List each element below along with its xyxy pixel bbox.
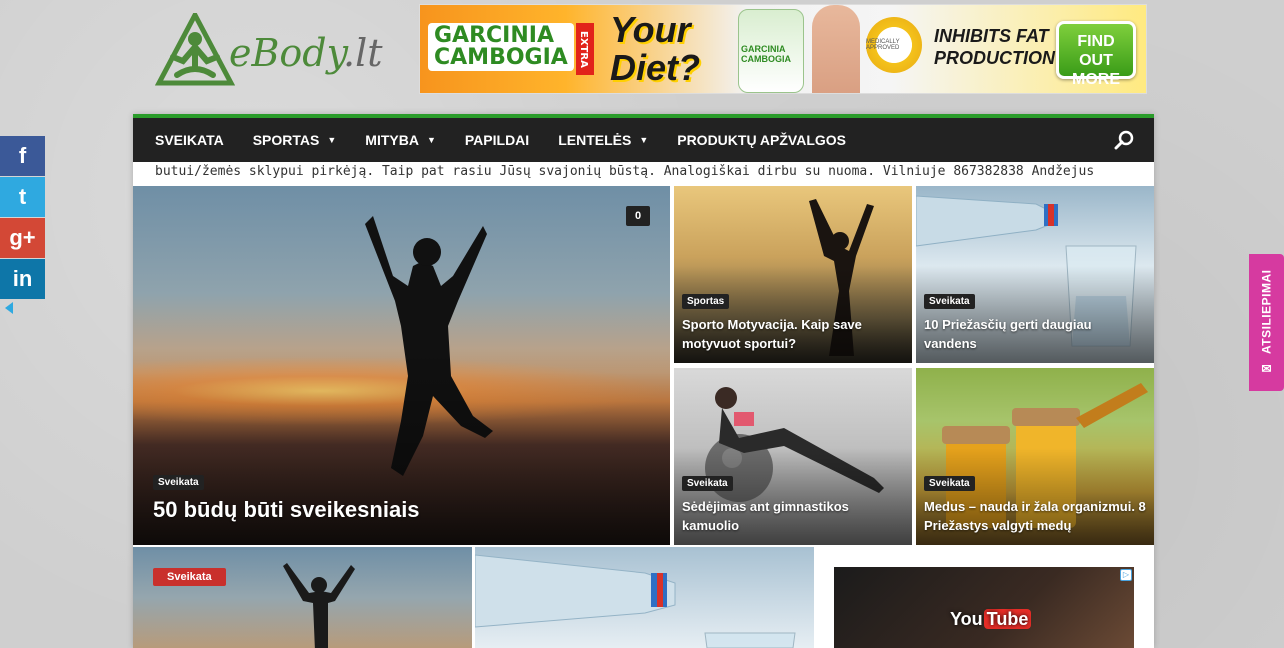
- featured-post-large[interactable]: 0 Sveikata 50 būdų būti sveikesniais: [133, 186, 670, 545]
- site-logo[interactable]: eBody.lt: [155, 10, 385, 90]
- nav-item-label: SVEIKATA: [155, 132, 224, 148]
- supplement-bottle-image: GARCINIA CAMBOGIA: [738, 9, 804, 93]
- googleplus-icon: g+: [9, 225, 36, 250]
- facebook-share-button[interactable]: f: [0, 136, 45, 176]
- category-badge[interactable]: Sveikata: [924, 294, 975, 309]
- nav-item-produktų-apžvalgos[interactable]: PRODUKTŲ APŽVALGOS: [677, 132, 846, 148]
- nav-item-papildai[interactable]: PAPILDAI: [465, 132, 529, 148]
- approved-seal-icon: MEDICALLY APPROVED: [866, 17, 922, 73]
- post-card-water[interactable]: [475, 547, 814, 648]
- post-title[interactable]: Sporto Motyvacija. Kaip save motyvuot sp…: [682, 315, 904, 353]
- category-badge[interactable]: Sveikata: [924, 476, 975, 491]
- post-title[interactable]: 10 Priežasčių gerti daugiau vandens: [924, 315, 1146, 353]
- ad-claim: INHIBITS FAT PRODUCTION: [934, 26, 1055, 68]
- post-title[interactable]: 50 būdų būti sveikesniais: [153, 497, 653, 523]
- model-image: [812, 5, 860, 93]
- water-bottle-image: [475, 554, 796, 648]
- social-share-bar: f t g+ in: [0, 136, 45, 300]
- jumping-woman-silhouette: [283, 563, 355, 648]
- nav-item-sveikata[interactable]: SVEIKATA: [155, 132, 224, 148]
- meditation-figure-icon: [155, 12, 235, 85]
- post-title[interactable]: Sėdėjimas ant gimnastikos kamuolio: [682, 497, 904, 535]
- ad-brand: GARCINIA CAMBOGIA EXTRA: [428, 23, 594, 75]
- googleplus-share-button[interactable]: g+: [0, 218, 45, 258]
- envelope-icon: ✉: [1259, 360, 1274, 375]
- feedback-tab[interactable]: ✉ ATSILIEPIMAI: [1249, 254, 1284, 391]
- logo-text: eBody.lt: [229, 31, 383, 75]
- feedback-label: ATSILIEPIMAI: [1259, 270, 1274, 355]
- category-badge[interactable]: Sportas: [682, 294, 730, 309]
- comment-count-badge[interactable]: 0: [626, 206, 650, 226]
- linkedin-share-button[interactable]: in: [0, 259, 45, 299]
- collapse-share-arrow-icon[interactable]: [5, 302, 13, 314]
- nav-item-lentelės[interactable]: LENTELĖS ▼: [558, 132, 648, 148]
- nav-item-label: PRODUKTŲ APŽVALGOS: [677, 132, 847, 148]
- twitter-icon: t: [18, 184, 27, 209]
- ad-headline: Your Diet?: [610, 9, 700, 88]
- category-badge[interactable]: Sveikata: [682, 476, 733, 491]
- chevron-down-icon: ▼: [639, 135, 649, 145]
- youtube-video-ad[interactable]: ▷ You Tube: [834, 567, 1134, 648]
- category-badge[interactable]: Sveikata: [153, 475, 204, 490]
- youtube-logo: You Tube: [950, 609, 1032, 630]
- featured-post-water[interactable]: Sveikata 10 Priežasčių gerti daugiau van…: [916, 186, 1154, 363]
- post-card-jump[interactable]: Sveikata: [133, 547, 472, 648]
- twitter-share-button[interactable]: t: [0, 177, 45, 217]
- post-title[interactable]: Medus – nauda ir žala organizmui. 8 Prie…: [924, 497, 1146, 535]
- linkedin-icon: in: [12, 266, 33, 291]
- top-banner-ad[interactable]: GARCINIA CAMBOGIA EXTRA Your Diet? GARCI…: [419, 4, 1147, 94]
- nav-item-label: LENTELĖS: [558, 132, 632, 148]
- featured-post-honey[interactable]: Sveikata Medus – nauda ir žala organizmu…: [916, 368, 1154, 545]
- search-icon[interactable]: [1114, 130, 1134, 150]
- find-out-more-button[interactable]: FIND OUT MORE: [1056, 21, 1136, 88]
- nav-item-label: PAPILDAI: [464, 132, 530, 148]
- chevron-down-icon: ▼: [327, 135, 337, 145]
- main-navigation: SVEIKATA SPORTAS ▼ MITYBA ▼ PAPILDAI LENTELĖS ▼…: [133, 114, 1154, 162]
- nav-item-mityba[interactable]: MITYBA ▼: [365, 132, 436, 148]
- nav-item-label: SPORTAS: [252, 132, 320, 148]
- adchoices-icon[interactable]: ▷: [1120, 569, 1132, 581]
- nav-item-label: MITYBA: [365, 132, 419, 148]
- featured-post-gym-ball[interactable]: Sveikata Sėdėjimas ant gimnastikos kamuo…: [674, 368, 912, 545]
- featured-post-sport-motivation[interactable]: Sportas Sporto Motyvacija. Kaip save mot…: [674, 186, 912, 363]
- main-content: SVEIKATA SPORTAS ▼ MITYBA ▼ PAPILDAI LENTELĖS ▼…: [133, 114, 1154, 648]
- news-ticker[interactable]: butui/žemės sklypui pirkėją. Taip pat ra…: [133, 162, 1154, 186]
- chevron-down-icon: ▼: [426, 135, 436, 145]
- nav-item-sportas[interactable]: SPORTAS ▼: [253, 132, 337, 148]
- category-badge[interactable]: Sveikata: [153, 568, 226, 586]
- facebook-icon: f: [18, 143, 27, 168]
